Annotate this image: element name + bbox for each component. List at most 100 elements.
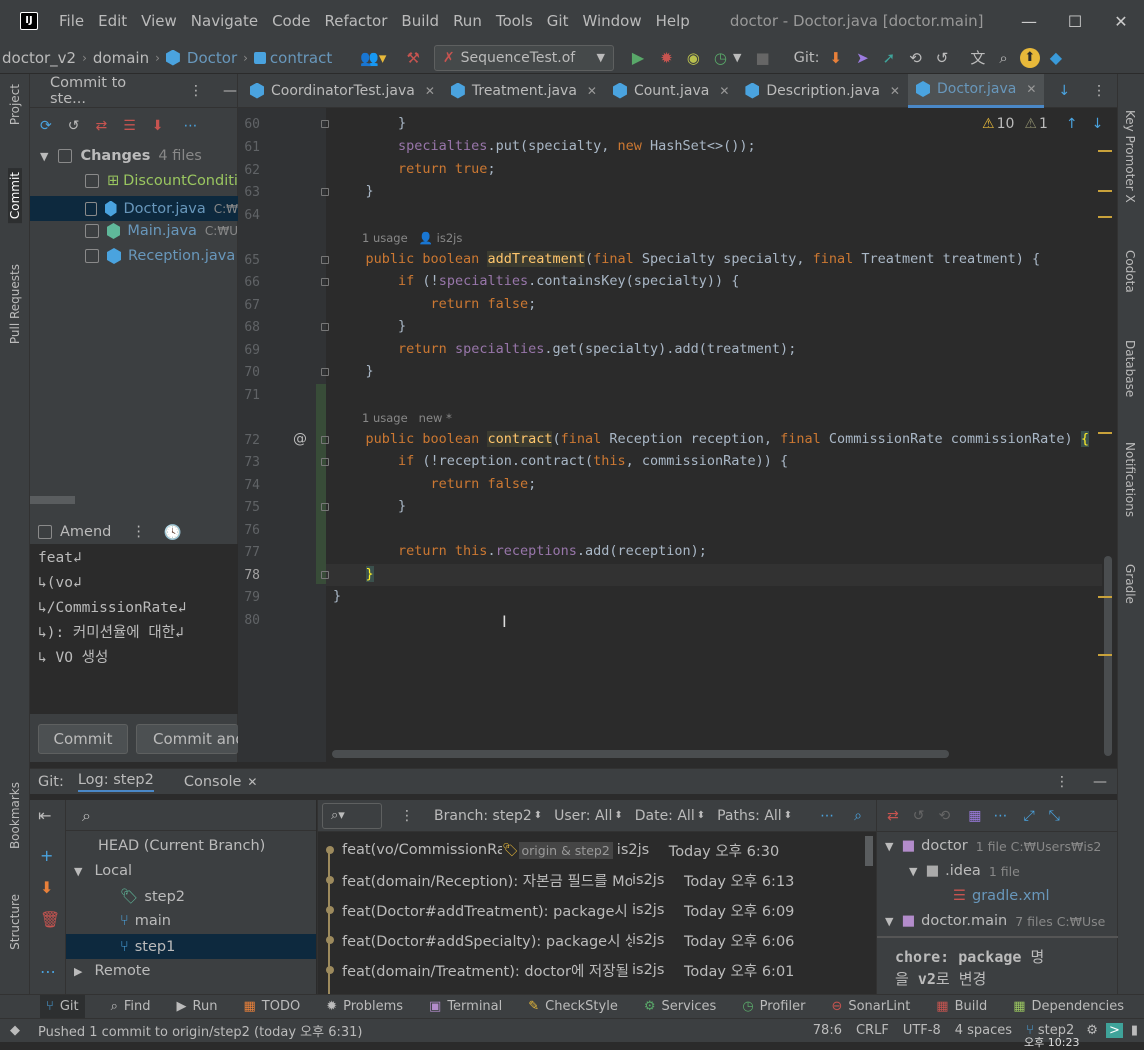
changed-module[interactable]: ▼ ■ doctor.main 7 files C:₩Use <box>885 913 1118 929</box>
code-line[interactable]: } <box>333 363 374 379</box>
commit-row[interactable]: feat(domain/Treatment): doctor에 저장될 | is… <box>320 955 875 985</box>
run-icon[interactable]: ▶ <box>632 48 644 67</box>
implements-marker-icon[interactable]: @ <box>293 431 307 447</box>
translate-icon[interactable]: 文 <box>970 47 985 68</box>
changed-file[interactable]: Main.java C:₩U <box>85 223 238 239</box>
database-tool-tab[interactable]: Database <box>1123 340 1137 397</box>
menu-run[interactable]: Run <box>453 12 482 30</box>
git-rollback-icon[interactable]: ↺ <box>936 49 949 67</box>
paths-filter[interactable]: Paths: All <box>717 808 782 824</box>
fold-icon[interactable] <box>321 188 329 196</box>
code-line[interactable]: return specialties.get(specialty).add(tr… <box>333 341 796 357</box>
hide-panel-icon[interactable]: — <box>1093 774 1107 790</box>
rollback-icon[interactable]: ↺ <box>68 118 80 134</box>
code-line[interactable]: specialties.put(specialty, new HashSet<>… <box>333 138 756 154</box>
commit-row[interactable]: feat(domain/Reception): 자본금 필드를 Mo is2js… <box>320 865 875 895</box>
tab-description[interactable]: Description.java ✕ <box>737 74 908 108</box>
minimize-button[interactable]: — <box>1006 12 1052 31</box>
editor-horizontal-scrollbar[interactable] <box>332 750 949 758</box>
delete-icon[interactable]: 🗑 <box>40 910 60 929</box>
code-line[interactable]: } <box>333 318 406 334</box>
fold-icon[interactable] <box>321 436 329 444</box>
history-icon[interactable]: ⟲ <box>938 808 950 824</box>
stop-icon[interactable]: ■ <box>755 49 769 67</box>
commit-row[interactable]: feat(Doctor#addTreatment): package시 생 is… <box>320 895 875 925</box>
search-everywhere-icon[interactable]: ⌕ <box>999 49 1007 67</box>
tool-window-find[interactable]: ⌕ Find <box>111 999 151 1014</box>
commit-button[interactable]: Commit <box>38 724 128 754</box>
fetch-icon[interactable]: ⬇ <box>40 878 53 897</box>
more-options-icon[interactable]: ⋯ <box>184 118 198 134</box>
coverage-icon[interactable]: ◉ <box>687 49 700 67</box>
tab-treatment[interactable]: Treatment.java ✕ <box>443 74 605 108</box>
tool-window-profiler[interactable]: ◷ Profiler <box>742 999 805 1014</box>
diff-icon[interactable]: ⇄ <box>95 118 107 134</box>
tool-window-build[interactable]: ▦ Build <box>936 999 987 1014</box>
add-icon[interactable]: + <box>40 846 53 865</box>
branch-item-step1[interactable]: ⑂ step1 <box>66 934 316 959</box>
close-icon[interactable]: ✕ <box>890 84 900 98</box>
update-icon[interactable]: ⬆ <box>1019 47 1040 68</box>
tool-window-todo[interactable]: ▦ TODO <box>243 999 300 1014</box>
log-vertical-scrollbar[interactable] <box>865 836 873 866</box>
tab-console[interactable]: Console <box>184 774 242 790</box>
menu-window[interactable]: Window <box>582 12 641 30</box>
changed-file[interactable]: ⊞ DiscountConditi <box>85 173 238 189</box>
git-commit-icon[interactable]: ➤ <box>856 49 869 67</box>
file-encoding[interactable]: UTF-8 <box>903 1023 941 1038</box>
git-push-icon[interactable]: ➚ <box>883 49 896 67</box>
breadcrumb-class[interactable]: Doctor <box>187 49 237 67</box>
code-line[interactable]: } <box>333 588 341 604</box>
file-checkbox[interactable] <box>85 249 99 263</box>
recent-files-icon[interactable]: ↓ <box>1058 83 1070 99</box>
usage-hint[interactable]: 1 usage 👤 is2js <box>362 231 462 245</box>
changes-group[interactable]: ▼ Changes 4 files <box>40 148 202 164</box>
branch-item-main[interactable]: ⑂ main <box>120 913 171 929</box>
options-icon[interactable]: ⋮ <box>400 808 414 824</box>
fold-icon[interactable] <box>321 368 329 376</box>
tool-window-checkstyle[interactable]: ✎ CheckStyle <box>528 999 618 1014</box>
group-by-icon[interactable]: ▦ <box>968 808 981 824</box>
more-icon[interactable]: ⋯ <box>820 808 834 824</box>
menu-file[interactable]: File <box>59 12 84 30</box>
tool-window-dependencies[interactable]: ▦ Dependencies <box>1013 999 1124 1014</box>
menu-build[interactable]: Build <box>401 12 439 30</box>
changed-folder[interactable]: ▼ ■ .idea 1 file <box>909 863 1020 879</box>
tab-options-icon[interactable]: ⋮ <box>1092 83 1106 99</box>
git-history-icon[interactable]: ⟲ <box>909 49 922 67</box>
diff-icon[interactable]: ⇄ <box>887 808 899 824</box>
branch-item-step2[interactable]: 🏷 step2 <box>120 888 185 906</box>
panel-options-icon[interactable]: ⋮ <box>189 83 203 99</box>
collapse-icon[interactable]: ⤡ <box>1049 808 1060 824</box>
usage-hint[interactable]: 1 usage new * <box>362 411 452 425</box>
build-hammer-icon[interactable]: ⚒ <box>406 49 419 67</box>
breadcrumb-project[interactable]: doctor_v2 <box>2 49 76 67</box>
profile-icon[interactable]: ◷ <box>714 49 727 67</box>
key-promoter-tool-tab[interactable]: Key Promoter X <box>1123 110 1137 203</box>
code-line[interactable]: public boolean contract(final Reception … <box>333 431 1089 447</box>
breadcrumb-module[interactable]: domain <box>93 49 149 67</box>
tool-window-git[interactable]: ⑂ Git <box>40 995 85 1018</box>
expand-icon[interactable]: ⤢ <box>1023 808 1034 824</box>
menu-git[interactable]: Git <box>547 12 569 30</box>
date-filter[interactable]: Date: All <box>635 808 695 824</box>
tab-doctor[interactable]: Doctor.java ✕ <box>907 73 1045 108</box>
fold-icon[interactable] <box>321 323 329 331</box>
menu-navigate[interactable]: Navigate <box>191 12 258 30</box>
tool-window-services[interactable]: ⚙ Services <box>644 999 716 1014</box>
options-icon[interactable]: ⋮ <box>131 524 146 540</box>
code-line[interactable]: if (!specialties.containsKey(specialty))… <box>333 273 739 289</box>
bookmarks-tool-tab[interactable]: Bookmarks <box>8 782 22 849</box>
code-line[interactable]: } <box>333 498 406 514</box>
status-toggle-icon[interactable]: ◆ <box>10 1023 20 1038</box>
history-icon[interactable]: 🕓 <box>164 524 182 541</box>
commit-message-area[interactable]: feat↲ ↳(vo↲ ↳/CommissionRate↲ ↳): 커미션율에 … <box>30 544 238 714</box>
caret-position[interactable]: 78:6 <box>813 1023 842 1038</box>
user-filter[interactable]: User: All <box>554 808 612 824</box>
fold-icon[interactable] <box>321 571 329 579</box>
fold-icon[interactable] <box>321 458 329 466</box>
remote-branches-group[interactable]: ▶ Remote <box>74 963 150 979</box>
local-branches-group[interactable]: ▼ Local <box>74 863 132 879</box>
menu-edit[interactable]: Edit <box>98 12 127 30</box>
inspection-widget[interactable]: ⚠ 10 ⚠ 1 ↑ ↓ <box>982 116 1103 132</box>
